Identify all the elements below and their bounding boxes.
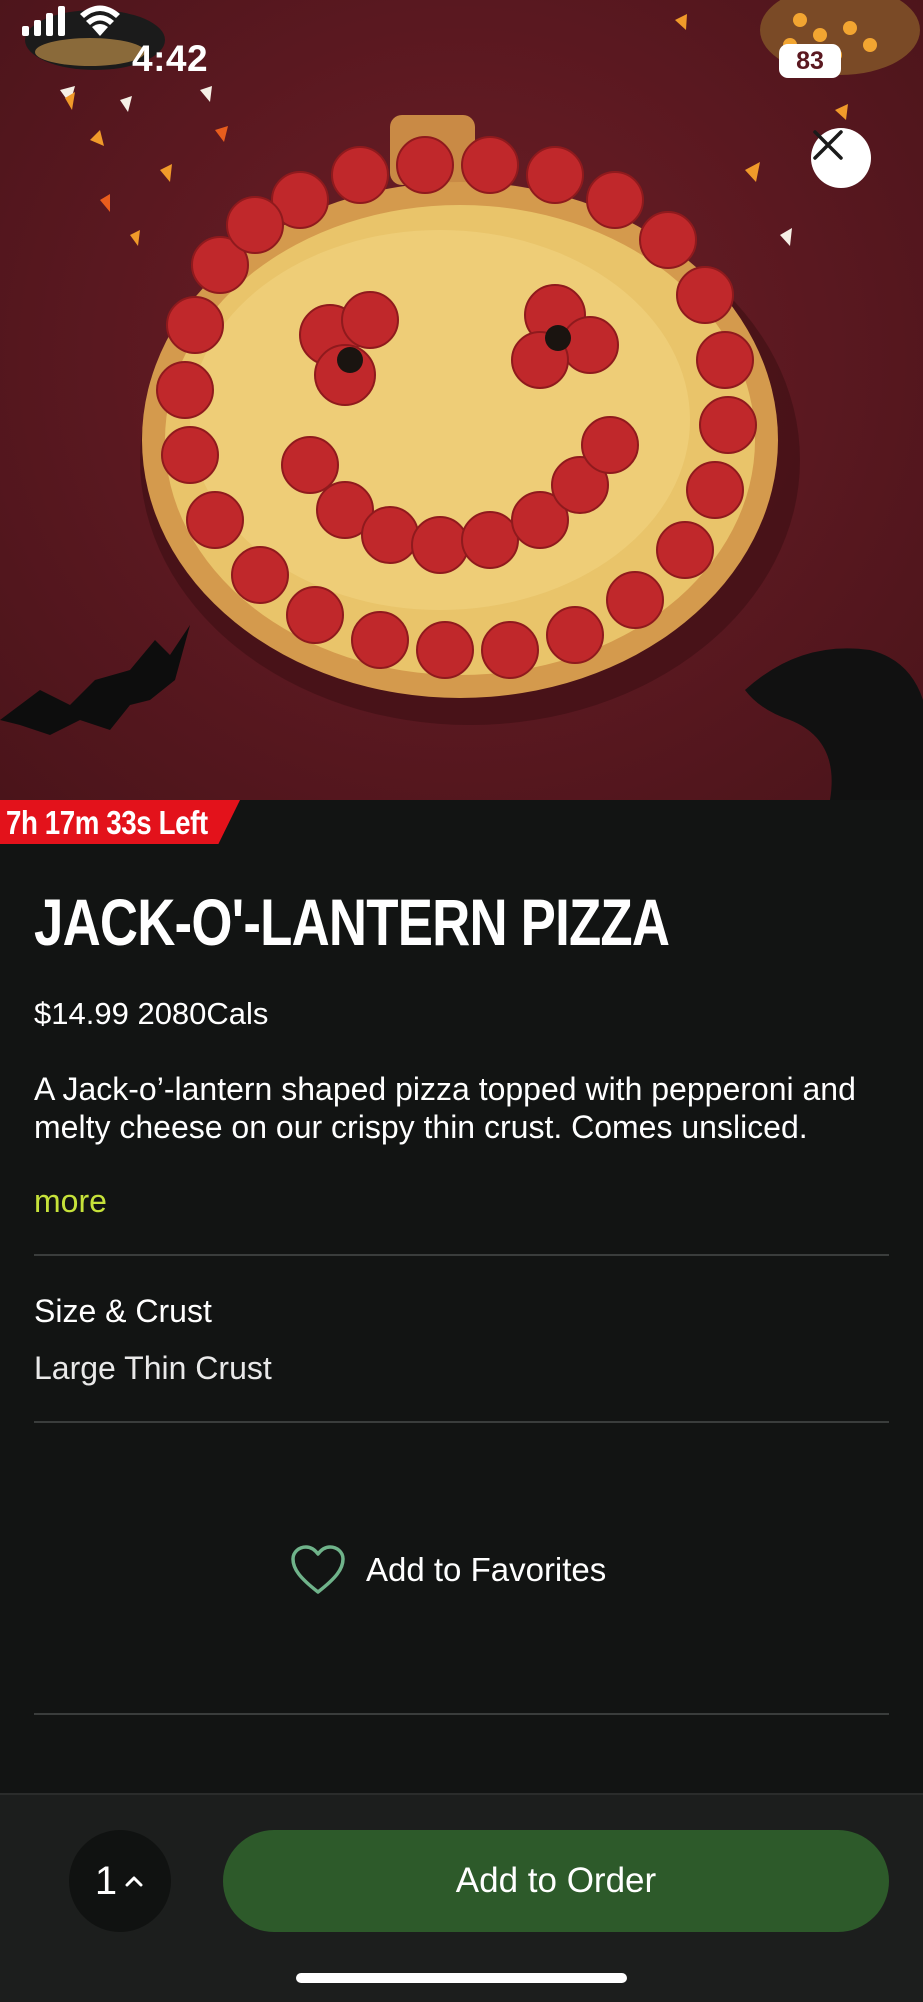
quantity-value: 1 <box>94 1858 118 1903</box>
home-indicator <box>296 1973 627 1983</box>
product-calories: 2080Cals <box>137 996 269 1031</box>
more-link[interactable]: more <box>34 1183 107 1220</box>
hero-image: 4:42 83 <box>0 0 923 800</box>
close-icon <box>813 130 843 160</box>
divider <box>34 1254 889 1256</box>
add-to-favorites-label: Add to Favorites <box>366 1551 607 1588</box>
product-price: $14.99 <box>34 996 129 1031</box>
heart-icon <box>291 1545 345 1594</box>
countdown-timer-text: 7h 17m 33s Left <box>6 804 208 841</box>
quantity-selector[interactable]: 1 <box>69 1830 171 1932</box>
bottom-order-bar: 1 Add to Order <box>0 1793 923 2002</box>
close-button[interactable] <box>811 128 871 188</box>
add-to-order-button[interactable]: Add to Order <box>223 1830 889 1932</box>
size-crust-label[interactable]: Size & Crust <box>34 1293 212 1330</box>
signal-wifi-icons <box>22 5 120 36</box>
add-to-order-label: Add to Order <box>455 1861 657 1900</box>
product-title: JACK-O'-LANTERN PIZZA <box>34 885 670 959</box>
product-price-calories: $14.99 2080Cals <box>34 996 268 1032</box>
status-bar: 4:42 83 <box>0 0 923 120</box>
wifi-icon <box>80 5 120 36</box>
status-time: 4:42 <box>132 38 209 79</box>
chevron-up-icon <box>125 1876 143 1887</box>
divider <box>34 1713 889 1715</box>
size-crust-value[interactable]: Large Thin Crust <box>34 1350 272 1387</box>
pizza-illustration <box>0 0 923 800</box>
battery-indicator: 83 <box>779 44 841 78</box>
product-description: A Jack-o’-lantern shaped pizza topped wi… <box>34 1071 856 1145</box>
countdown-timer-badge: 7h 17m 33s Left <box>0 800 240 844</box>
add-to-favorites-button[interactable]: Add to Favorites <box>290 1542 606 1598</box>
divider <box>34 1421 889 1423</box>
cellular-signal-icon <box>22 6 65 36</box>
